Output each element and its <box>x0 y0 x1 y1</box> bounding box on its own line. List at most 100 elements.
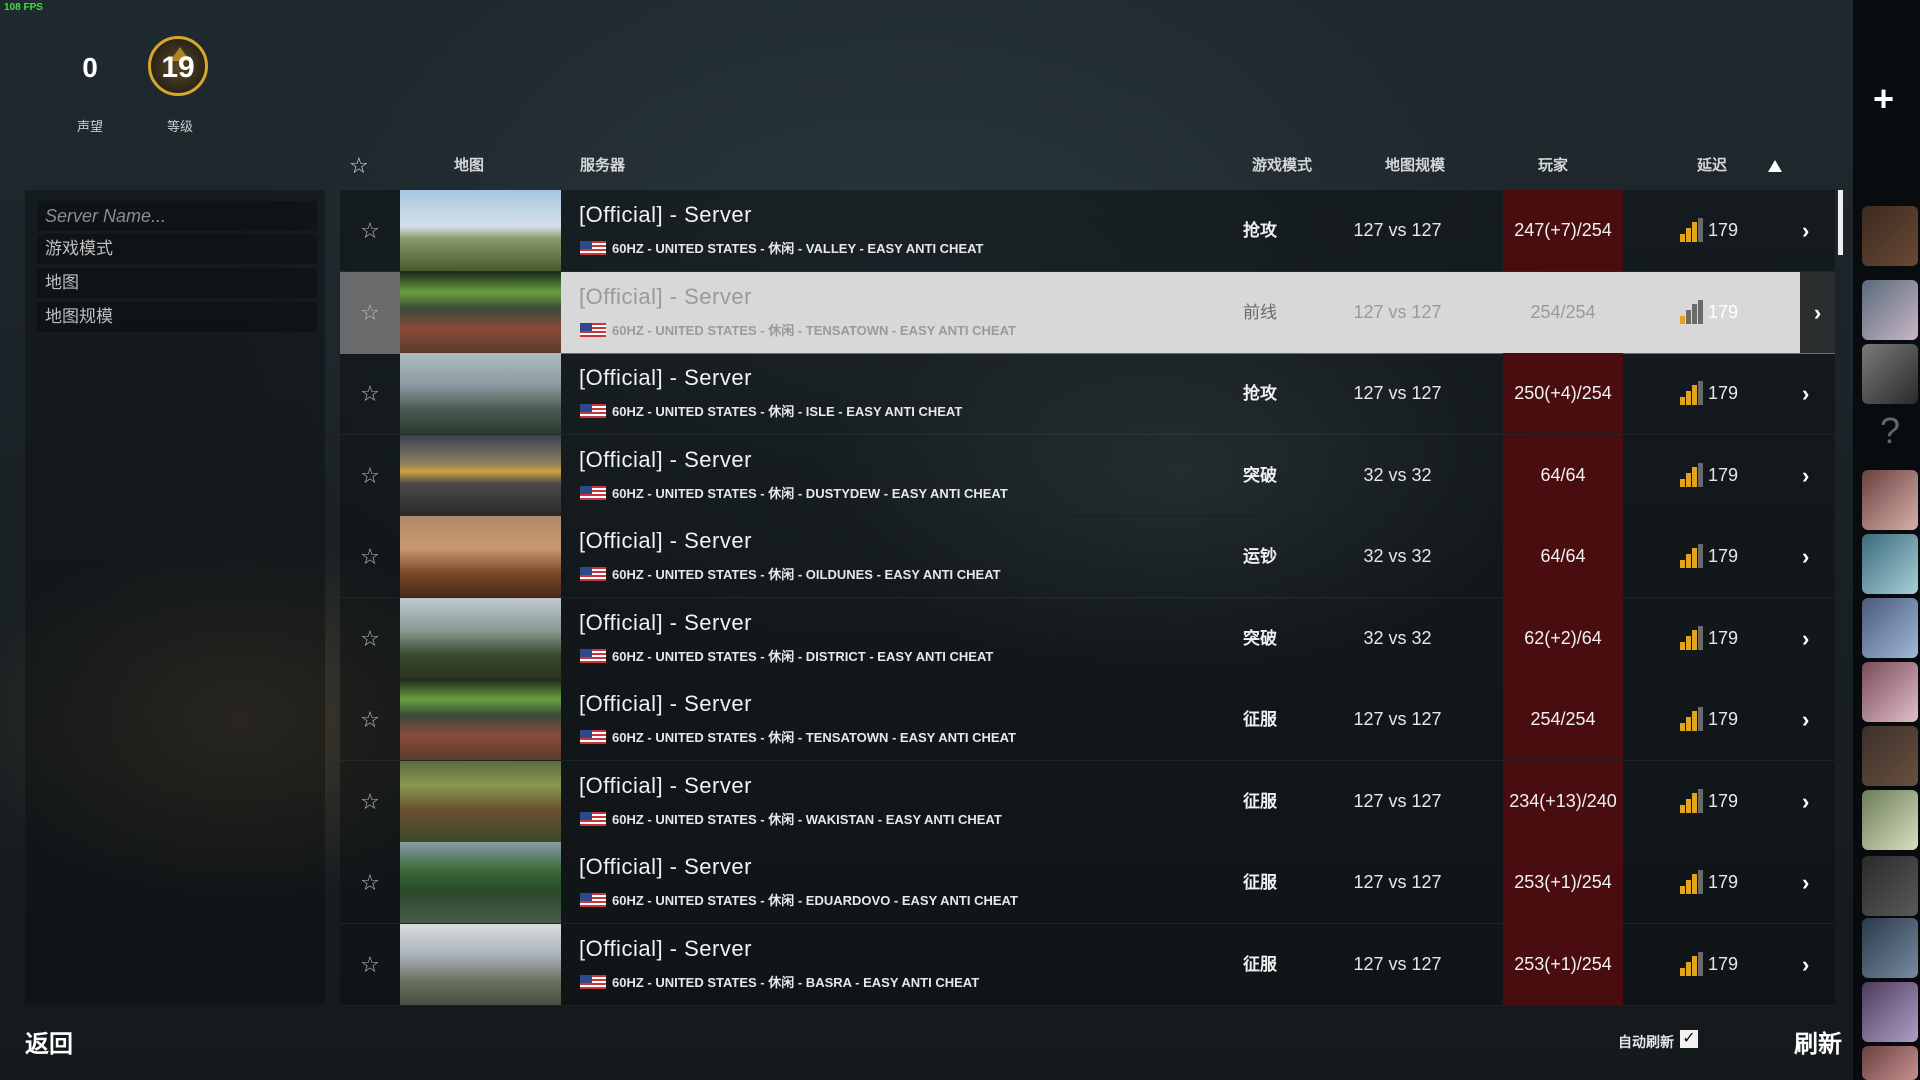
server-row[interactable]: ☆ [Official] - Server 60HZ - UNITED STATES… <box>340 679 1835 761</box>
us-flag-icon <box>580 730 606 744</box>
server-row[interactable]: ☆ [Official] - Server 60HZ - UNITED STATES… <box>340 597 1835 680</box>
favorite-star-icon[interactable]: ☆ <box>340 761 400 842</box>
game-mode: 征服 <box>1243 791 1277 811</box>
player-count: 253(+1)/254 <box>1503 923 1623 1005</box>
friend-avatar[interactable] <box>1862 344 1918 404</box>
server-meta: 60HZ - UNITED STATES - 休闲 - DUSTYDEW - E… <box>580 483 1008 502</box>
server-search-input[interactable]: Server Name... <box>37 201 317 231</box>
add-friend-plus-icon[interactable]: + <box>1873 78 1894 120</box>
list-scrollbar[interactable] <box>1838 190 1843 255</box>
friend-avatar[interactable] <box>1862 982 1918 1042</box>
server-row[interactable]: ☆ [Official] - Server 60HZ - UNITED STATES… <box>340 190 1835 272</box>
server-meta-text: 60HZ - UNITED STATES - 休闲 - BASRA - EASY… <box>612 974 980 990</box>
player-count: 247(+7)/254 <box>1503 190 1623 271</box>
map-thumbnail <box>400 679 561 760</box>
filter-map-size[interactable]: 地图规模 <box>37 302 317 332</box>
favorite-star-icon[interactable]: ☆ <box>340 516 400 597</box>
column-map[interactable]: 地图 <box>454 154 484 175</box>
favorite-star-icon[interactable]: ☆ <box>340 353 400 434</box>
signal-strength-icon <box>1680 788 1706 813</box>
server-meta: 60HZ - UNITED STATES - 休闲 - WAKISTAN - E… <box>580 809 1002 828</box>
join-chevron-icon[interactable]: › <box>1802 435 1809 516</box>
column-ping[interactable]: 延迟 <box>1697 154 1727 175</box>
map-thumbnail <box>400 353 561 434</box>
signal-strength-icon <box>1680 951 1706 976</box>
friend-avatar[interactable] <box>1862 280 1918 340</box>
column-players[interactable]: 玩家 <box>1538 154 1568 175</box>
join-chevron-icon[interactable]: › <box>1802 924 1809 1005</box>
signal-strength-icon <box>1680 299 1706 324</box>
server-row[interactable]: ☆ [Official] - Server 60HZ - UNITED STATES… <box>340 353 1835 435</box>
favorite-star-icon[interactable]: ☆ <box>340 842 400 923</box>
sort-ascending-icon[interactable] <box>1768 160 1782 172</box>
friend-avatar[interactable] <box>1862 790 1918 850</box>
map-size: 32 vs 32 <box>1363 464 1432 485</box>
server-row[interactable]: ☆ [Official] - Server 60HZ - UNITED STATES… <box>340 271 1835 354</box>
server-meta: 60HZ - UNITED STATES - 休闲 - ISLE - EASY … <box>580 401 962 420</box>
join-chevron-icon[interactable]: › <box>1802 353 1809 434</box>
map-thumbnail <box>400 842 561 923</box>
server-meta-text: 60HZ - UNITED STATES - 休闲 - TENSATOWN - … <box>612 322 1016 338</box>
friend-avatar[interactable] <box>1862 206 1918 266</box>
server-row[interactable]: ☆ [Official] - Server 60HZ - UNITED STATES… <box>340 842 1835 924</box>
friend-avatar[interactable] <box>1862 598 1918 658</box>
join-chevron-icon[interactable]: › <box>1802 761 1809 842</box>
ping-value: 179 <box>1708 464 1739 485</box>
server-row[interactable]: ☆ [Official] - Server 60HZ - UNITED STATES… <box>340 923 1835 1006</box>
refresh-button[interactable]: 刷新 <box>1794 1024 1842 1059</box>
friend-avatar[interactable] <box>1862 726 1918 786</box>
join-chevron-icon[interactable]: › <box>1802 190 1809 271</box>
server-row[interactable]: ☆ [Official] - Server 60HZ - UNITED STATES… <box>340 434 1835 517</box>
favorite-star-icon[interactable]: ☆ <box>340 435 400 516</box>
server-row[interactable]: ☆ [Official] - Server 60HZ - UNITED STATES… <box>340 516 1835 598</box>
column-game-mode[interactable]: 游戏模式 <box>1252 154 1312 175</box>
server-meta-text: 60HZ - UNITED STATES - 休闲 - EDUARDOVO - … <box>612 893 1018 908</box>
server-meta-text: 60HZ - UNITED STATES - 休闲 - OILDUNES - E… <box>612 567 1001 582</box>
us-flag-icon <box>580 811 606 826</box>
fps-counter: 108 FPS <box>4 2 43 13</box>
signal-strength-icon <box>1680 544 1706 568</box>
join-chevron-icon[interactable]: › <box>1802 516 1809 597</box>
server-meta: 60HZ - UNITED STATES - 休闲 - VALLEY - EAS… <box>580 238 983 257</box>
favorites-column-star-icon[interactable]: ☆ <box>349 153 369 179</box>
map-size: 127 vs 127 <box>1353 709 1442 729</box>
filter-map[interactable]: 地图 <box>37 268 317 298</box>
friends-strip: + ? <box>1853 0 1920 1080</box>
map-size: 127 vs 127 <box>1353 383 1442 403</box>
column-server[interactable]: 服务器 <box>580 154 625 175</box>
friend-avatar[interactable] <box>1862 918 1918 978</box>
map-thumbnail <box>400 190 561 271</box>
friend-avatar[interactable] <box>1862 470 1918 530</box>
us-flag-icon <box>580 893 606 907</box>
join-chevron-icon[interactable]: › <box>1800 271 1835 353</box>
join-chevron-icon[interactable]: › <box>1802 842 1809 923</box>
favorite-star-icon[interactable]: ☆ <box>340 271 400 353</box>
us-flag-icon <box>580 974 606 989</box>
join-chevron-icon[interactable]: › <box>1802 598 1809 679</box>
server-row[interactable]: ☆ [Official] - Server 60HZ - UNITED STATES… <box>340 760 1835 843</box>
auto-refresh-checkbox[interactable]: ✓ <box>1680 1030 1698 1048</box>
level-badge: 19 <box>148 36 208 96</box>
unknown-avatar-icon[interactable]: ? <box>1880 410 1900 452</box>
map-thumbnail <box>400 923 561 1005</box>
column-map-size[interactable]: 地图规模 <box>1385 154 1445 175</box>
filter-game-mode[interactable]: 游戏模式 <box>37 234 317 264</box>
friend-avatar[interactable] <box>1862 1046 1918 1080</box>
friend-avatar[interactable] <box>1862 856 1918 916</box>
favorite-star-icon[interactable]: ☆ <box>340 924 400 1005</box>
signal-strength-icon <box>1680 462 1706 487</box>
server-meta-text: 60HZ - UNITED STATES - 休闲 - DISTRICT - E… <box>612 648 994 664</box>
join-chevron-icon[interactable]: › <box>1802 679 1809 760</box>
game-mode: 突破 <box>1243 465 1277 485</box>
friend-avatar[interactable] <box>1862 662 1918 722</box>
us-flag-icon <box>580 241 606 255</box>
favorite-star-icon[interactable]: ☆ <box>340 190 400 271</box>
map-size: 32 vs 32 <box>1363 546 1432 566</box>
favorite-star-icon[interactable]: ☆ <box>340 598 400 679</box>
reputation-label: 声望 <box>76 119 103 134</box>
back-button[interactable]: 返回 <box>25 1024 73 1059</box>
game-mode: 征服 <box>1243 873 1277 892</box>
friend-avatar[interactable] <box>1862 534 1918 594</box>
server-title: [Official] - Server <box>579 609 752 635</box>
favorite-star-icon[interactable]: ☆ <box>340 679 400 760</box>
